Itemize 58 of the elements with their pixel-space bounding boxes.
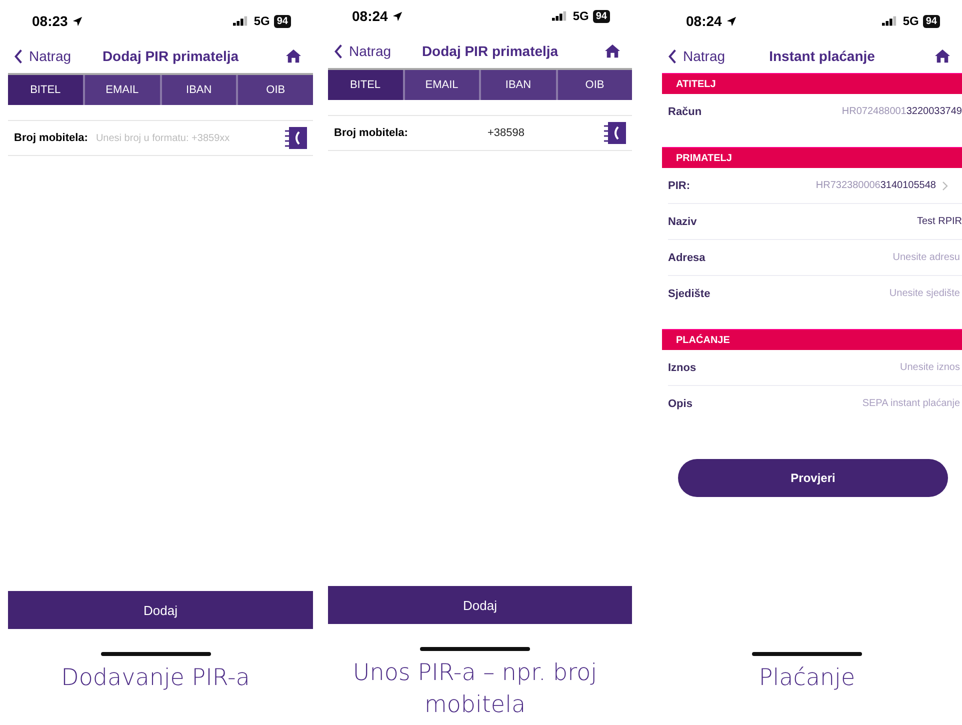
phone-input-field[interactable]: +38598 xyxy=(414,126,598,140)
status-time: 08:23 xyxy=(32,13,68,29)
add-button[interactable]: Dodaj xyxy=(8,591,313,629)
back-chevron-icon[interactable] xyxy=(14,48,23,64)
back-button[interactable]: Natrag xyxy=(668,48,726,64)
row-value: HR0724880013220033749 xyxy=(842,106,962,117)
row-label: Iznos xyxy=(668,362,696,374)
add-button[interactable]: Dodaj xyxy=(328,586,632,624)
contact-book-icon[interactable] xyxy=(285,127,307,149)
back-button[interactable]: Natrag xyxy=(334,43,392,59)
back-button[interactable]: Natrag xyxy=(14,48,72,64)
tab[interactable]: BITEL xyxy=(328,70,402,100)
signal-icon xyxy=(232,16,248,26)
home-icon[interactable] xyxy=(286,49,301,63)
status-time: 08:24 xyxy=(686,13,722,29)
location-arrow-icon xyxy=(726,16,737,26)
location-arrow-icon xyxy=(392,10,403,22)
signal-icon xyxy=(882,16,897,26)
input-field[interactable]: Unesite adresu xyxy=(830,252,962,263)
section-header: ATITELJ xyxy=(662,73,962,94)
field-label: Broj mobitela: xyxy=(14,132,88,144)
network-label: 5G xyxy=(254,14,270,28)
screen-caption: Unos PIR-a – npr. broj mobitela xyxy=(352,659,598,720)
input-field[interactable]: Unesite iznos xyxy=(830,362,962,373)
back-chevron-icon[interactable] xyxy=(334,44,343,58)
signal-icon xyxy=(552,11,567,21)
network-label: 5G xyxy=(902,14,919,28)
input-field[interactable]: SEPA instant plaćanje xyxy=(830,398,962,409)
row-label: Adresa xyxy=(668,252,706,264)
row-label: Sjedište xyxy=(668,288,710,300)
row-value: Test RPIR xyxy=(916,216,962,227)
row-value: HR7323800063140105548 xyxy=(816,180,936,191)
screen-title: Instant plaćanje xyxy=(768,48,876,64)
screen-caption: Dodavanje PIR-a xyxy=(60,664,251,693)
screen-caption: Plaćanje xyxy=(758,664,856,693)
check-button[interactable]: Provjeri xyxy=(678,459,948,497)
section-header: PRIMATELJ xyxy=(662,147,962,168)
home-icon[interactable] xyxy=(935,49,950,63)
screen-title: Dodaj PIR primatelja xyxy=(420,43,560,59)
input-field[interactable]: Unesite sjedište xyxy=(830,288,962,299)
tab[interactable]: BITEL xyxy=(8,75,83,105)
field-label: Broj mobitela: xyxy=(334,127,408,139)
battery-level: 94 xyxy=(592,10,610,22)
battery-level: 94 xyxy=(274,14,291,28)
back-chevron-icon[interactable] xyxy=(668,48,677,64)
location-arrow-icon xyxy=(72,16,83,26)
section-header: PLAĆANJE xyxy=(662,329,962,350)
row-label: Račun xyxy=(668,106,702,118)
contact-book-icon[interactable] xyxy=(604,122,626,144)
screen-title: Dodaj PIR primatelja xyxy=(101,48,240,64)
battery-level: 94 xyxy=(922,14,940,28)
status-time: 08:24 xyxy=(352,8,388,24)
network-label: 5G xyxy=(572,9,589,23)
row-label: Opis xyxy=(668,398,692,410)
home-icon[interactable] xyxy=(605,44,620,58)
phone-input-field[interactable]: Unesi broj u formatu: +3859xx xyxy=(94,132,279,144)
row-label: Naziv xyxy=(668,216,697,228)
row-label: PIR: xyxy=(668,180,690,192)
